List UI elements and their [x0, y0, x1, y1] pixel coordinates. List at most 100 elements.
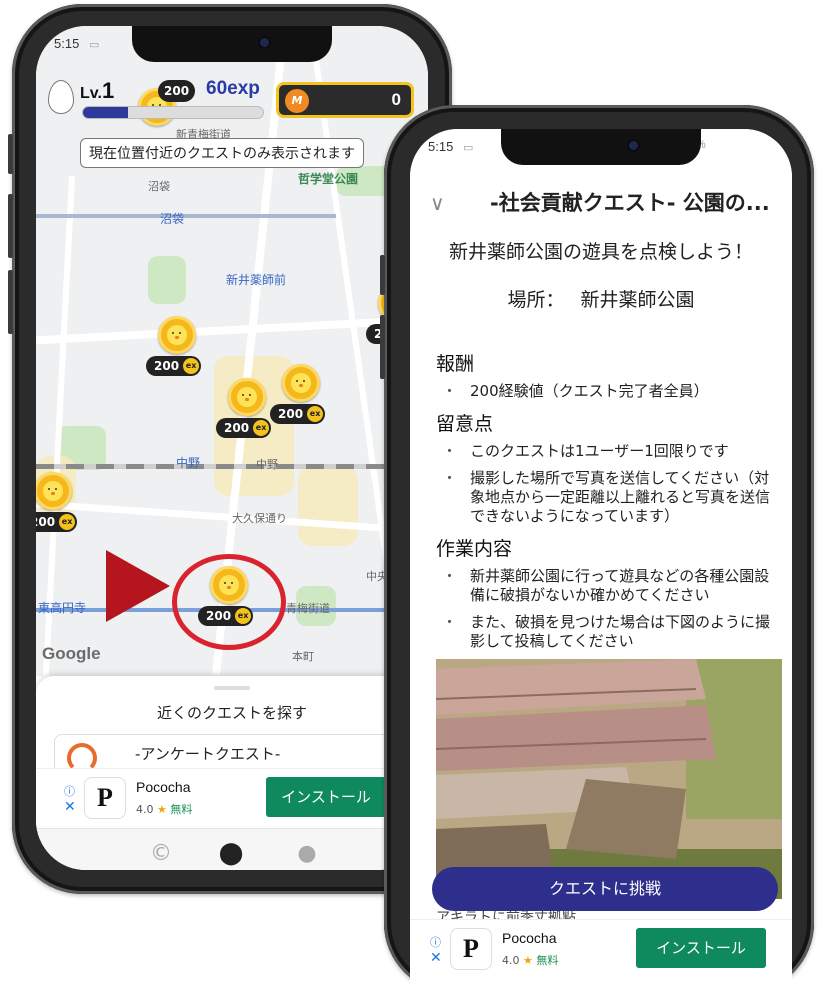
- star-icon: ★: [157, 803, 167, 816]
- ex-icon: ex: [59, 514, 76, 530]
- quest-pin[interactable]: 200ex: [216, 378, 278, 448]
- list-item: このクエストは1ユーザー1回限りです: [436, 442, 774, 461]
- ad-banner[interactable]: ⓘ ✕ P Pococha 4.0 ★ 無料 インストール: [36, 768, 428, 828]
- section-heading-notes: 留意点: [436, 413, 494, 435]
- pococha-logo-letter: P: [97, 783, 113, 812]
- ad-price: 無料: [536, 954, 559, 967]
- map-label-okubo-dori: 大久保通り: [232, 512, 287, 525]
- chick-coin-icon: [228, 378, 266, 416]
- collapse-chevron-icon[interactable]: ∨: [430, 191, 445, 215]
- section-heading-reward: 報酬: [436, 353, 475, 375]
- quest-pin[interactable]: 200ex: [36, 472, 84, 542]
- broken-bench-photo: [436, 659, 782, 899]
- quest-exp-value: 200: [224, 421, 250, 435]
- quest-location: 場所： 新井薬師公園: [410, 285, 792, 312]
- reward-list: 200経験値（クエスト完了者全員）: [436, 382, 774, 401]
- quest-exp-badge: 200ex: [270, 404, 326, 424]
- points-value: 0: [391, 90, 401, 109]
- location-value: 新井薬師公園: [580, 289, 695, 311]
- notch: [501, 129, 701, 165]
- install-button[interactable]: インストール: [266, 777, 386, 817]
- pococha-logo-letter: P: [463, 934, 479, 963]
- quest-title: -社会貢献クエスト- 公園の...: [490, 191, 770, 215]
- quest-subtitle: 新井薬師公園の遊具を点検しよう！: [448, 241, 753, 263]
- start-quest-button[interactable]: クエストに挑戦: [432, 867, 778, 911]
- ad-rating: 4.0 ★ 無料: [502, 952, 558, 968]
- notes-list: このクエストは1ユーザー1回限りです 撮影した場所で写真を送信してください（対象…: [436, 442, 774, 526]
- pointer-arrow: [106, 550, 170, 622]
- exp-value: 60exp: [206, 78, 260, 99]
- ad-rating: 4.0 ★ 無料: [136, 801, 192, 817]
- ex-icon: ex: [307, 406, 324, 422]
- level-label: Lv.1: [80, 78, 114, 104]
- rail-line: [36, 464, 428, 469]
- chick-coin-icon: [36, 472, 72, 510]
- notification-icon: ▭: [88, 39, 100, 51]
- list-item: 撮影した場所で写真を送信してください（対象地点から一定距離以上離れると写真を送信…: [436, 469, 774, 526]
- ad-close-icon[interactable]: ✕: [430, 950, 442, 966]
- notification-icon: ▭: [462, 142, 474, 154]
- right-phone-frame: 5:15 ▭ % ∨ -社会貢献クエスト- 公園の... 新井薬師公園の遊具を点…: [380, 105, 814, 993]
- location-label: 場所：: [507, 289, 565, 311]
- exp-progress-fill: [83, 107, 128, 118]
- egg-avatar-icon: [48, 80, 74, 114]
- ad-info-icon[interactable]: ⓘ: [64, 783, 75, 799]
- right-screen: 5:15 ▭ % ∨ -社会貢献クエスト- 公園の... 新井薬師公園の遊具を点…: [410, 129, 792, 993]
- exp-progress-bar: [82, 106, 264, 119]
- quest-card-title: -アンケートクエスト-: [135, 745, 281, 763]
- star-icon: ★: [523, 954, 533, 967]
- volume-down-button: [8, 270, 13, 334]
- map-label-nakano: 中野: [256, 458, 278, 471]
- chick-coin-icon: [158, 316, 196, 354]
- nearby-notice: 現在位置付近のクエストのみ表示されます: [80, 138, 364, 168]
- mute-switch: [8, 134, 13, 174]
- map-label-araiyakushimae: 新井薬師前: [226, 273, 287, 287]
- rail-line-seibu: [36, 214, 336, 218]
- level-hud: Lv.1 200 60exp: [48, 78, 288, 126]
- quest-pin[interactable]: 200ex: [146, 316, 208, 386]
- install-button[interactable]: インストール: [636, 928, 766, 968]
- volume-up-button: [8, 194, 13, 258]
- list-item: また、破損を見つけた場合は下図のように撮影して投稿してください: [436, 613, 774, 651]
- ad-banner[interactable]: ⓘ ✕ P Pococha 4.0 ★ 無料 インストール: [410, 919, 792, 979]
- medal-icon: M: [285, 89, 309, 113]
- ad-rating-value: 4.0: [502, 954, 520, 967]
- ad-price: 無料: [170, 803, 193, 816]
- commercial-zone: [298, 466, 358, 546]
- map-label-higashikoenji: 東高円寺: [38, 601, 87, 615]
- mute-switch: [380, 255, 385, 295]
- map-label-numbukuro: 沼袋: [148, 180, 170, 193]
- ex-icon: ex: [183, 358, 200, 374]
- quest-exp-value: 200: [36, 515, 56, 529]
- park-area: [148, 256, 186, 304]
- level-prefix: Lv.: [80, 85, 102, 102]
- section-heading-tasks: 作業内容: [436, 538, 513, 560]
- exp-badge: 200: [158, 80, 196, 102]
- ad-close-icon[interactable]: ✕: [64, 799, 76, 815]
- sheet-title: 近くのクエストを探す: [156, 704, 307, 722]
- notch: [132, 26, 332, 62]
- map-pin-tab-icon[interactable]: ⬤: [216, 839, 246, 869]
- points-counter[interactable]: M 0: [276, 82, 414, 118]
- pococha-logo: P: [84, 777, 126, 819]
- ad-info-icon[interactable]: ⓘ: [430, 934, 441, 950]
- sheet-grabber[interactable]: [214, 686, 250, 690]
- status-bar: 5:15 ▭: [54, 36, 99, 51]
- map-label-aoume-kaido: 青梅街道: [286, 602, 330, 615]
- left-screen: 5:15 ▭ 沼袋 沼袋 新井薬師前 中野 中野 大久保通り 東高円寺 青梅街道…: [36, 26, 428, 870]
- status-bar: 5:15 ▭ %: [428, 139, 706, 154]
- quest-body: 報酬 200経験値（クエスト完了者全員） 留意点 このクエストは1ユーザー1回限…: [436, 341, 774, 659]
- front-camera: [260, 38, 269, 47]
- status-time: 5:15: [54, 36, 80, 51]
- quest-detail-page: 5:15 ▭ % ∨ -社会貢献クエスト- 公園の... 新井薬師公園の遊具を点…: [410, 129, 792, 993]
- ad-app-name: Pococha: [502, 930, 557, 946]
- map-label-numbukuro-station: 沼袋: [160, 212, 185, 226]
- quest-exp-value: 200: [278, 407, 304, 421]
- list-item: 200経験値（クエスト完了者全員）: [436, 382, 774, 401]
- quest-pin[interactable]: 200ex: [270, 364, 332, 434]
- bottom-tab-bar: © ⬤ ●: [36, 828, 428, 870]
- copyright-tab-icon[interactable]: ©: [146, 839, 176, 869]
- status-time: 5:15: [428, 139, 454, 154]
- map-label-tetsugakudo-park: 哲学堂公園: [298, 172, 359, 186]
- profile-tab-icon[interactable]: ●: [292, 839, 322, 869]
